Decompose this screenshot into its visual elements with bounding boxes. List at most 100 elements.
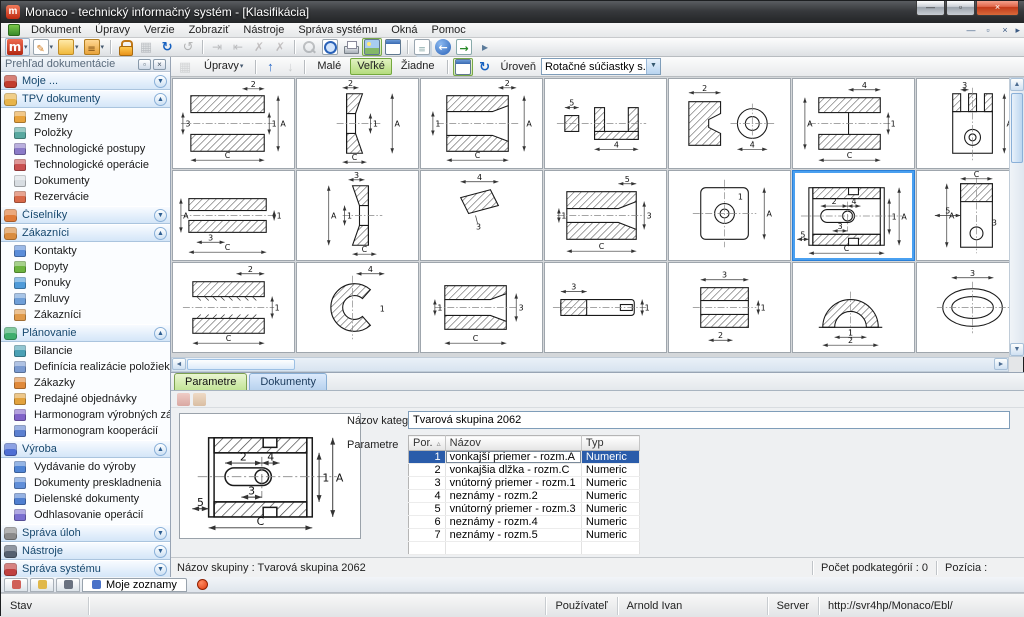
sidebar-group-vyroba[interactable]: Výroba▲ bbox=[1, 440, 170, 458]
sidebar-item-kontakty[interactable]: Kontakty bbox=[1, 243, 170, 259]
navigate-back-button[interactable] bbox=[433, 38, 453, 56]
sidebar-item-definicia-realizacie-poloziek[interactable]: Definícia realizácie položiek bbox=[1, 359, 170, 375]
chevron-up-icon[interactable]: ▲ bbox=[154, 327, 167, 340]
chevron-down-icon[interactable]: ▼ bbox=[154, 75, 167, 88]
sidebar-group-planovanie[interactable]: Plánovanie▲ bbox=[1, 324, 170, 342]
thumbnail-20[interactable]: 12 bbox=[792, 262, 915, 353]
param-row-4[interactable]: 4neznámy - rozm.2Numeric bbox=[409, 490, 640, 503]
mdi-minimize-button[interactable]: — bbox=[962, 24, 979, 37]
menu-sprava-systemu[interactable]: Správa systému bbox=[291, 23, 384, 38]
sidebar-group-ciselniky[interactable]: Číselníky▼ bbox=[1, 206, 170, 224]
open-folder-button[interactable]: ▾ bbox=[56, 38, 81, 56]
sidebar-item-technologicke-operacie[interactable]: Technologické operácie bbox=[1, 157, 170, 173]
thumbnail-1[interactable]: 2A1C3 bbox=[172, 78, 295, 169]
sidebar-item-ponuky[interactable]: Ponuky bbox=[1, 275, 170, 291]
thumbnail-13-selected[interactable]: 24351AC bbox=[792, 170, 915, 261]
tab-dokumenty[interactable]: Dokumenty bbox=[249, 373, 327, 390]
scroll-left-icon[interactable]: ◄ bbox=[172, 358, 186, 370]
category-name-field[interactable]: Tvarová skupina 2062 bbox=[408, 411, 1010, 429]
thumbnail-14[interactable]: CA53 bbox=[916, 170, 1009, 261]
thumbnail-9[interactable]: 31AC bbox=[296, 170, 419, 261]
tools-tab[interactable] bbox=[56, 578, 80, 592]
sidebar-item-harmonogram-kooperacii[interactable]: Harmonogram kooperácií bbox=[1, 423, 170, 439]
column-header-typ[interactable]: Typ bbox=[581, 436, 639, 451]
sidebar-item-dokumenty[interactable]: Dokumenty bbox=[1, 173, 170, 189]
sidebar-group-sprava-uloh[interactable]: Správa úloh▼ bbox=[1, 524, 170, 542]
close-button[interactable]: × bbox=[976, 1, 1019, 16]
load-images-button[interactable] bbox=[475, 58, 495, 76]
minimize-button[interactable]: — bbox=[916, 1, 945, 16]
thumbnail-3[interactable]: 21AC bbox=[420, 78, 543, 169]
mdi-restore-button[interactable]: ▫ bbox=[979, 24, 996, 37]
sidebar-item-dokumenty-preskladnenia[interactable]: Dokumenty preskladnenia bbox=[1, 475, 170, 491]
combo-dropdown-icon[interactable]: ▼ bbox=[646, 59, 660, 74]
show-panel-button[interactable] bbox=[383, 38, 403, 56]
sidebar-group-nastroje[interactable]: Nástroje▼ bbox=[1, 542, 170, 560]
preview-mode-button[interactable] bbox=[453, 58, 473, 76]
thumbnail-7[interactable]: 3A bbox=[916, 78, 1009, 169]
sidebar-item-rezervacie[interactable]: Rezervácie bbox=[1, 189, 170, 205]
chevron-down-icon[interactable]: ▼ bbox=[154, 209, 167, 222]
sidebar-item-zakazky[interactable]: Zákazky bbox=[1, 375, 170, 391]
sidebar-group-zakaznici[interactable]: Zákazníci▲ bbox=[1, 224, 170, 242]
sidebar-item-zakaznici[interactable]: Zákazníci bbox=[1, 307, 170, 323]
open-catalog-button[interactable]: ▾ bbox=[82, 38, 107, 56]
chevron-down-icon[interactable]: ▼ bbox=[154, 545, 167, 558]
sidebar-pin-button[interactable]: ▫ bbox=[138, 59, 151, 70]
column-header-nazov[interactable]: Názov bbox=[445, 436, 581, 451]
horizontal-scrollbar[interactable]: ◄ ► bbox=[171, 357, 1009, 372]
thumbnail-2[interactable]: 2A1C bbox=[296, 78, 419, 169]
refresh-button[interactable] bbox=[157, 38, 177, 56]
param-row-5[interactable]: 5vnútorný priemer - rozm.3Numeric bbox=[409, 503, 640, 516]
param-row-7[interactable]: 7neznámy - rozm.5Numeric bbox=[409, 529, 640, 542]
menu-nastroje[interactable]: Nástroje bbox=[236, 23, 291, 38]
sidebar-group-tpv-dokumenty[interactable]: TPV dokumenty▲ bbox=[1, 90, 170, 108]
thumbnail-4[interactable]: 54 bbox=[544, 78, 667, 169]
open-window-button[interactable] bbox=[454, 38, 474, 56]
horizontal-scroll-thumb[interactable] bbox=[187, 359, 295, 370]
thumbnail-6[interactable]: 4A1C bbox=[792, 78, 915, 169]
mdi-close-button[interactable]: × bbox=[996, 24, 1013, 37]
thumbnail-5[interactable]: 24 bbox=[668, 78, 791, 169]
tab-parametre[interactable]: Parametre bbox=[174, 373, 247, 390]
thumbnails-small-button[interactable]: Malé bbox=[310, 58, 348, 75]
sidebar-close-button[interactable]: × bbox=[153, 59, 166, 70]
sidebar-item-harmonogram-vyrobnych-zakaziek[interactable]: Harmonogram výrobných zákaziek bbox=[1, 407, 170, 423]
sidebar-group-sprava-systemu[interactable]: Správa systému▼ bbox=[1, 560, 170, 577]
sidebar-item-zmeny[interactable]: Zmeny bbox=[1, 109, 170, 125]
thumbnail-10[interactable]: 43 bbox=[420, 170, 543, 261]
chevron-up-icon[interactable]: ▲ bbox=[154, 227, 167, 240]
scroll-up-icon[interactable]: ▲ bbox=[1010, 78, 1024, 91]
param-row-2[interactable]: 2vonkajšia dĺžka - rozm.CNumeric bbox=[409, 464, 640, 477]
thumbnail-16[interactable]: 41 bbox=[296, 262, 419, 353]
menu-upravy[interactable]: Úpravy bbox=[88, 23, 137, 38]
new-document-button[interactable]: ▾ bbox=[31, 38, 56, 56]
monaco-profile-button[interactable]: ▾ bbox=[5, 38, 30, 56]
sidebar-item-zmluvy[interactable]: Zmluvy bbox=[1, 291, 170, 307]
thumbnail-8[interactable]: A13C bbox=[172, 170, 295, 261]
chevron-up-icon[interactable]: ▲ bbox=[154, 93, 167, 106]
sidebar-group-moje[interactable]: Moje ...▼ bbox=[1, 72, 170, 90]
thumbnail-21[interactable]: 31 bbox=[916, 262, 1009, 353]
copy-document-button[interactable] bbox=[412, 38, 432, 56]
thumbnail-15[interactable]: 21C bbox=[172, 262, 295, 353]
chevron-down-icon[interactable]: ▼ bbox=[154, 527, 167, 540]
sidebar-item-vydavanie-do-vyroby[interactable]: Vydávanie do výroby bbox=[1, 459, 170, 475]
scroll-right-icon[interactable]: ► bbox=[994, 358, 1008, 370]
vertical-scroll-thumb[interactable] bbox=[1011, 93, 1023, 163]
sidebar-item-bilancie[interactable]: Bilancie bbox=[1, 343, 170, 359]
thumbnail-17[interactable]: 13C bbox=[420, 262, 543, 353]
maximize-button[interactable]: ▫ bbox=[946, 1, 975, 16]
sidebar-item-dielenske-dokumenty[interactable]: Dielenské dokumenty bbox=[1, 491, 170, 507]
menu-verzie[interactable]: Verzie bbox=[137, 23, 182, 38]
menu-okna[interactable]: Okná bbox=[384, 23, 424, 38]
thumbnail-11[interactable]: 135C bbox=[544, 170, 667, 261]
print-preview-button[interactable] bbox=[320, 38, 340, 56]
sidebar-item-odhlasovanie-operacii[interactable]: Odhlasovanie operácií bbox=[1, 507, 170, 523]
edit-menu-button[interactable]: Úpravy▾ bbox=[197, 58, 250, 75]
menu-pomoc[interactable]: Pomoc bbox=[425, 23, 473, 38]
move-up-button[interactable]: ↑ bbox=[261, 58, 279, 76]
thumbnail-18[interactable]: 31 bbox=[544, 262, 667, 353]
chevron-down-icon[interactable]: ▼ bbox=[154, 563, 167, 576]
show-images-button[interactable] bbox=[362, 38, 382, 56]
